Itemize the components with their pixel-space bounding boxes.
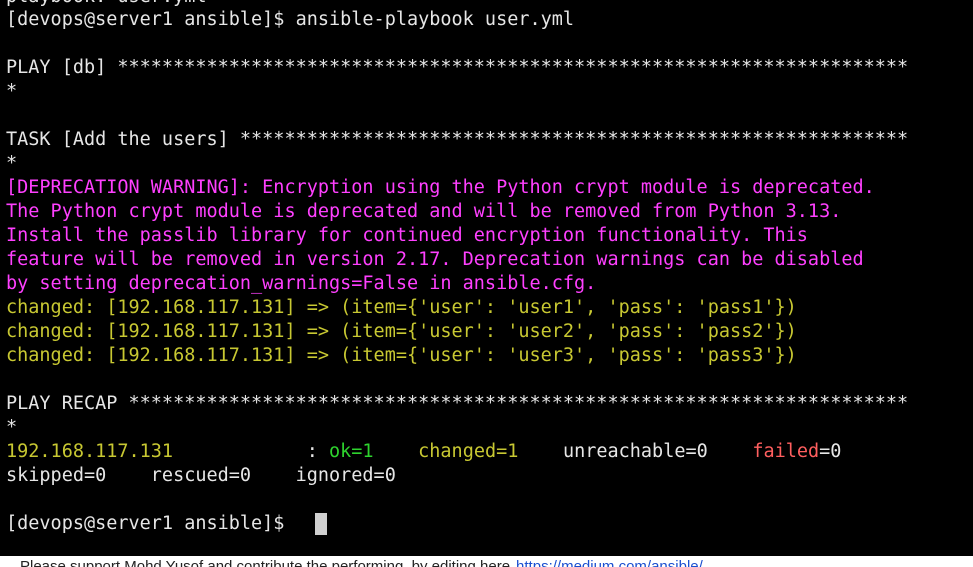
recap-failed-label: failed <box>752 441 820 462</box>
recap-gap <box>518 441 563 462</box>
deprecation-warning-line: by setting deprecation_warnings=False in… <box>6 273 597 294</box>
changed-result-line: changed: [192.168.117.131] => (item={'us… <box>6 345 797 366</box>
deprecation-warning-line: The Python crypt module is deprecated an… <box>6 201 842 222</box>
task-header: TASK [Add the users] *******************… <box>6 129 909 150</box>
recap-separator: : <box>173 441 330 462</box>
command-line: [devops@server1 ansible]$ ansible-playbo… <box>6 9 575 30</box>
recap-host: 192.168.117.131 <box>6 441 174 462</box>
shell-prompt: [devops@server1 ansible]$ <box>6 513 296 534</box>
recap-header-wrap: * <box>6 417 18 438</box>
footer-message: Please support Mohd Yusof and contribute… <box>20 558 511 567</box>
recap-unreachable: unreachable=0 <box>562 441 708 462</box>
recap-ok: ok=1 <box>329 441 374 462</box>
recap-header: PLAY RECAP *****************************… <box>6 393 909 414</box>
task-header-wrap: * <box>6 153 18 174</box>
recap-stats-line: 192.168.117.131 : ok=1 changed=1 unreach… <box>6 440 841 464</box>
changed-result-line: changed: [192.168.117.131] => (item={'us… <box>6 321 797 342</box>
deprecation-warning-line: feature will be removed in version 2.17.… <box>6 249 864 270</box>
deprecation-warning-line: [DEPRECATION WARNING]: Encryption using … <box>6 177 875 198</box>
recap-failed-value: =0 <box>819 441 842 462</box>
recap-stats-line-2: skipped=0 rescued=0 ignored=0 <box>6 465 396 486</box>
terminal-window[interactable]: playbook: user.yml [devops@server1 ansib… <box>0 0 973 556</box>
deprecation-warning-line: Install the passlib library for continue… <box>6 225 808 246</box>
recap-gap <box>374 441 419 462</box>
text-cursor[interactable] <box>315 513 327 535</box>
recap-changed: changed=1 <box>418 441 519 462</box>
changed-result-line: changed: [192.168.117.131] => (item={'us… <box>6 297 797 318</box>
page-footer-strip: Please support Mohd Yusof and contribute… <box>0 556 973 567</box>
play-header-wrap: * <box>6 81 18 102</box>
play-header: PLAY [db] ******************************… <box>6 57 909 78</box>
footer-link[interactable]: https://medium.com/ansible/... <box>516 558 715 567</box>
footer-text: Please support Mohd Yusof and contribute… <box>20 558 715 567</box>
recap-gap <box>708 441 753 462</box>
